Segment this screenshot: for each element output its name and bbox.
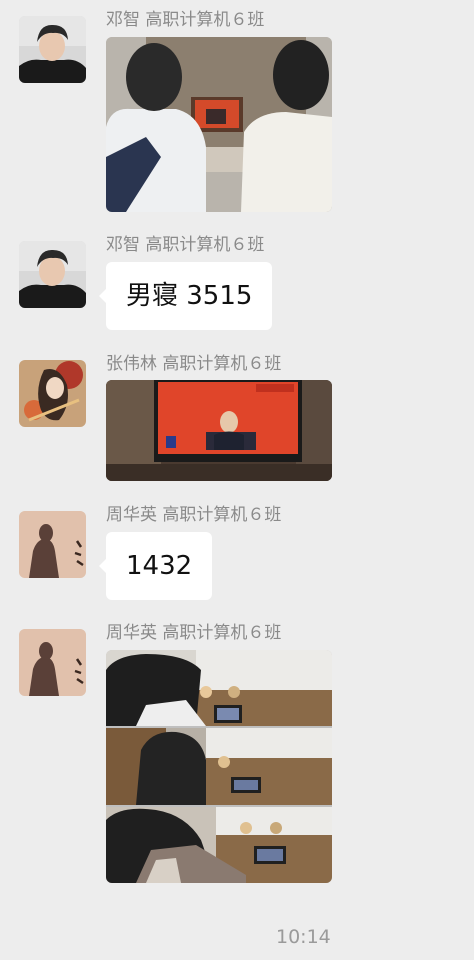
chat-image[interactable] [106, 650, 332, 883]
sender-name: 张伟林 高职计算机６班 [106, 354, 282, 374]
avatar-dengzhi[interactable] [19, 16, 86, 83]
timestamp: 10:14 [276, 926, 331, 948]
avatar-image [19, 511, 86, 578]
two-students-watching-tv-photo [106, 37, 332, 212]
students-watching-phone-collage-photo [106, 650, 332, 883]
tv-broadcast-photo [106, 380, 332, 481]
chat-image[interactable] [106, 380, 332, 481]
avatar-image [19, 241, 86, 308]
avatar-image [19, 629, 86, 696]
avatar-zhouhuaying[interactable] [19, 629, 86, 696]
sender-name: 邓智 高职计算机６班 [106, 10, 265, 30]
avatar-zhangweilin[interactable] [19, 360, 86, 427]
avatar-image [19, 360, 86, 427]
avatar-dengzhi[interactable] [19, 241, 86, 308]
avatar-zhouhuaying[interactable] [19, 511, 86, 578]
sender-name: 周华英 高职计算机６班 [106, 623, 282, 643]
message-bubble[interactable]: 男寝 3515 [98, 262, 273, 330]
chat-image[interactable] [106, 37, 332, 212]
message-bubble[interactable]: 1432 [98, 532, 213, 600]
avatar-image [19, 16, 86, 83]
sender-name: 周华英 高职计算机６班 [106, 505, 282, 525]
sender-name: 邓智 高职计算机６班 [106, 235, 265, 255]
